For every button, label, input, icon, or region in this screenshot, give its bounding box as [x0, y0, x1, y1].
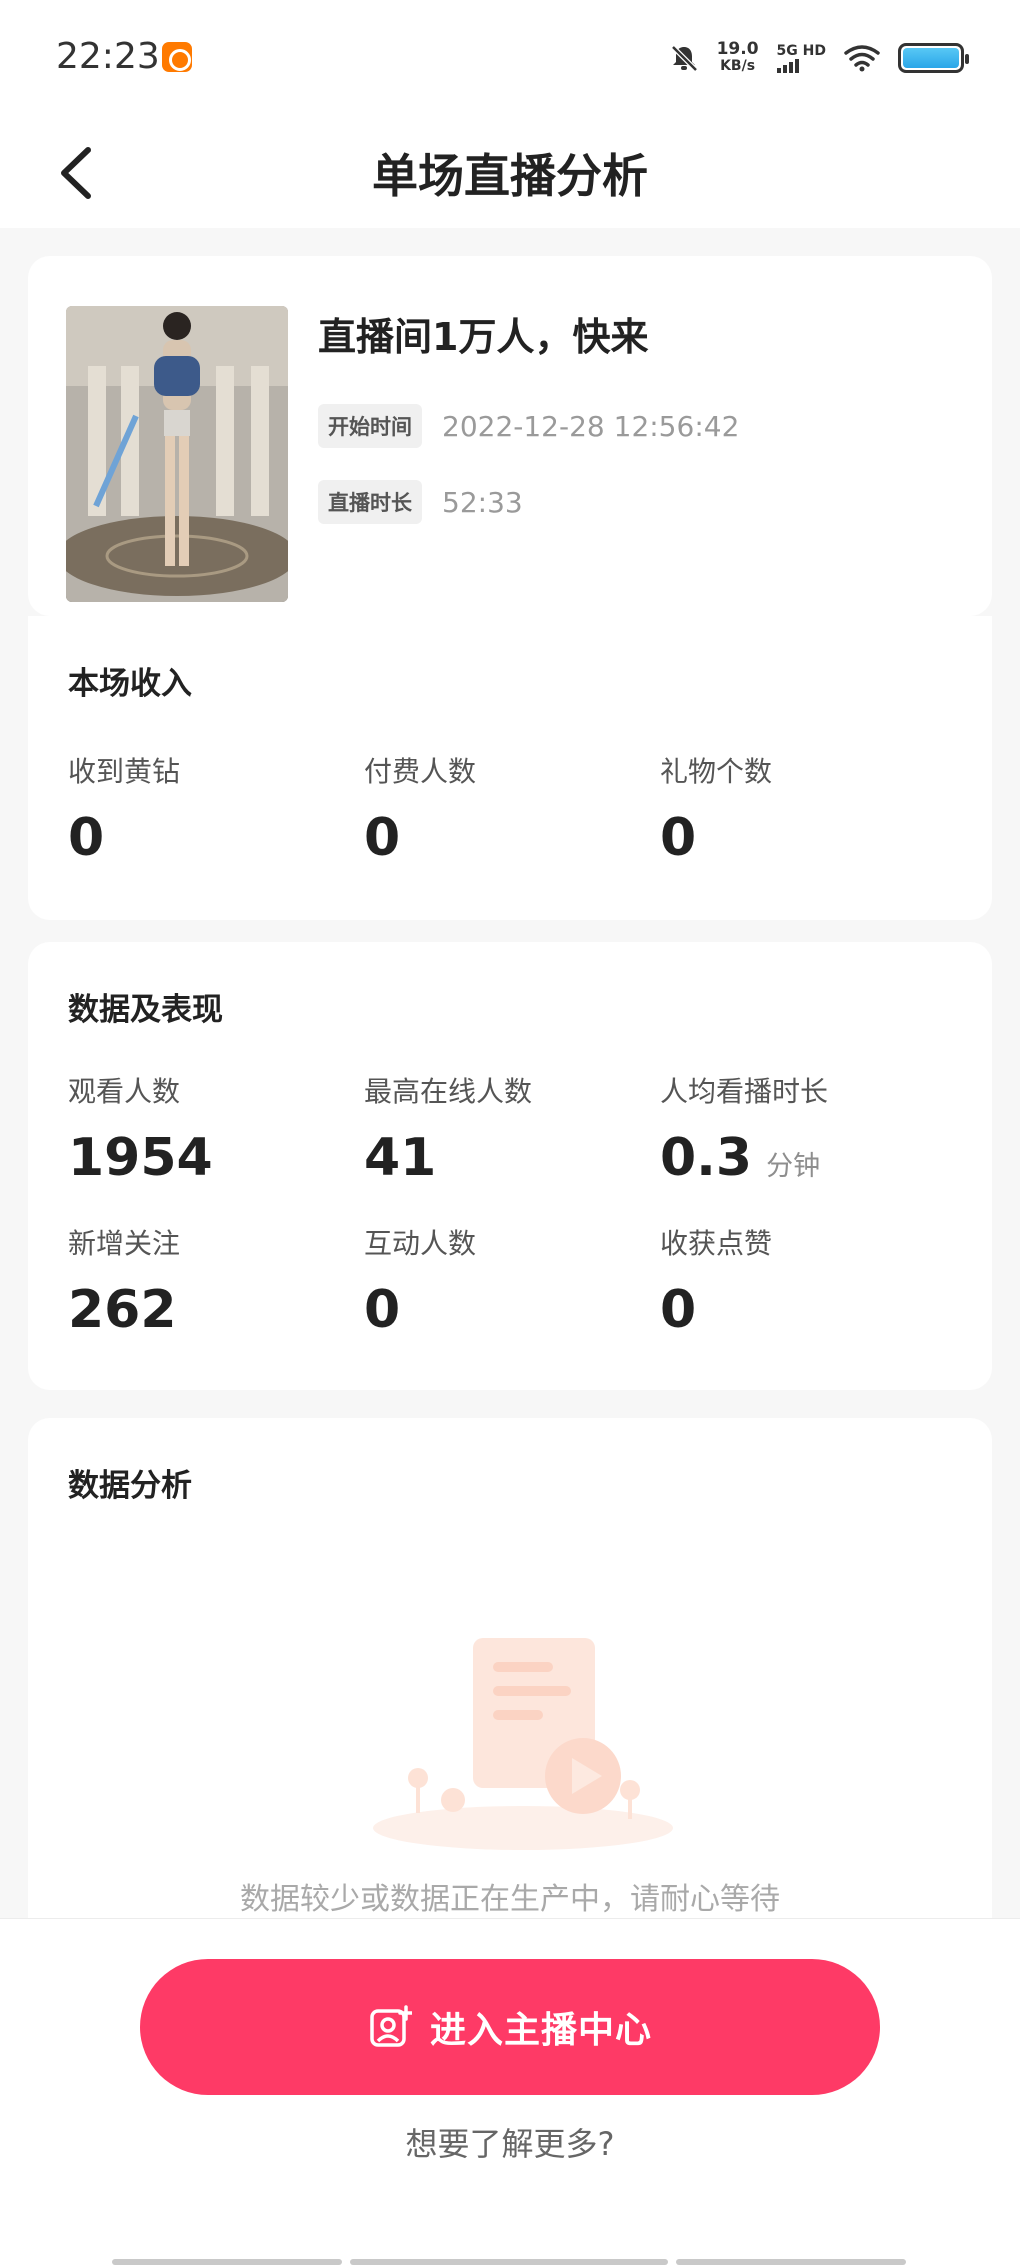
learn-more-link[interactable]: 想要了解更多?: [0, 2119, 1020, 2165]
net-speed-unit: KB/s: [720, 58, 756, 74]
header: 单场直播分析: [0, 118, 1020, 228]
stat-label: 观看人数: [68, 1075, 181, 1108]
stat-label: 最高在线人数: [364, 1075, 533, 1108]
wifi-icon: [844, 45, 880, 72]
analysis-title: 数据分析: [68, 1468, 192, 1504]
bottom-action-bar: 进入主播中心 想要了解更多?: [0, 1918, 1020, 2267]
stat-value: 0: [364, 1280, 401, 1340]
home-indicator: [350, 2259, 668, 2265]
income-title: 本场收入: [68, 666, 192, 702]
live-info-card[interactable]: 直播间1万人，快来 开始时间 2022-12-28 12:56:42 直播时长 …: [28, 256, 992, 616]
user-add-icon: [370, 2005, 412, 2047]
stat-viewers: 观看人数 1954: [68, 1070, 358, 1188]
net-speed: 19.0 KB/s: [717, 41, 759, 75]
stat-paying-users: 付费人数 0: [364, 750, 654, 868]
battery-icon: [898, 43, 969, 73]
duration-tag: 直播时长: [318, 480, 422, 524]
start-time-row: 开始时间 2022-12-28 12:56:42: [318, 404, 739, 448]
stat-value: 0: [660, 808, 697, 868]
performance-card: 数据及表现 观看人数 1954 最高在线人数 41 人均看播时长 0.3 分钟 …: [28, 942, 992, 1390]
stat-label: 收到黄钻: [68, 755, 181, 788]
cta-label: 进入主播中心: [429, 2010, 652, 2051]
net-speed-value: 19.0: [716, 39, 759, 59]
signal-icon: 5G HD: [776, 42, 826, 73]
status-bar: 22:23 19.0 KB/s 5G HD: [0, 0, 1020, 118]
stat-peak-online: 最高在线人数 41: [364, 1070, 654, 1188]
income-card: 本场收入 收到黄钻 0 付费人数 0 礼物个数 0: [28, 616, 992, 920]
network-label: 5G HD: [776, 42, 826, 59]
enter-anchor-center-button[interactable]: 进入主播中心: [140, 1959, 880, 2095]
stat-label: 礼物个数: [660, 755, 773, 788]
duration-value: 52:33: [442, 485, 523, 519]
start-time-value: 2022-12-28 12:56:42: [442, 409, 740, 443]
performance-title: 数据及表现: [68, 992, 223, 1028]
app-notification-icon: [162, 42, 192, 72]
live-cover-image[interactable]: [66, 306, 288, 602]
stat-label: 新增关注: [68, 1227, 181, 1260]
stat-value: 0: [364, 808, 401, 868]
stat-yellow-diamond: 收到黄钻 0: [68, 750, 358, 868]
live-title: 直播间1万人，快来: [318, 315, 649, 359]
stat-value: 262: [68, 1280, 177, 1340]
stat-value: 0: [68, 808, 105, 868]
status-icons: 19.0 KB/s 5G HD: [669, 38, 969, 78]
stat-value: 0: [660, 1280, 697, 1340]
status-time: 22:23: [56, 36, 160, 77]
bell-off-icon: [670, 45, 698, 72]
stat-label: 收获点赞: [660, 1227, 773, 1260]
stat-new-followers: 新增关注 262: [68, 1222, 358, 1340]
stat-label: 人均看播时长: [660, 1075, 829, 1108]
document-video-icon: [373, 1638, 673, 1850]
home-indicator: [676, 2259, 906, 2265]
analysis-card: 数据分析 数据较少或数据正在生产中，请耐心等待: [28, 1418, 992, 1978]
stat-unit: 分钟: [766, 1151, 821, 1182]
home-indicator: [112, 2259, 342, 2265]
start-time-tag: 开始时间: [318, 404, 422, 448]
stat-interactions: 互动人数 0: [364, 1222, 654, 1340]
stat-label: 互动人数: [364, 1227, 477, 1260]
stat-avg-watch-time: 人均看播时长 0.3 分钟: [660, 1070, 950, 1188]
stat-value: 0.3: [660, 1128, 753, 1188]
stat-value: 1954: [68, 1128, 213, 1188]
stat-gift-count: 礼物个数 0: [660, 750, 950, 868]
empty-message: 数据较少或数据正在生产中，请耐心等待: [240, 1882, 780, 1917]
stat-value: 41: [364, 1128, 437, 1188]
stat-label: 付费人数: [364, 755, 477, 788]
duration-row: 直播时长 52:33: [318, 480, 523, 524]
page-title: 单场直播分析: [372, 149, 648, 203]
stat-likes: 收获点赞 0: [660, 1222, 950, 1340]
